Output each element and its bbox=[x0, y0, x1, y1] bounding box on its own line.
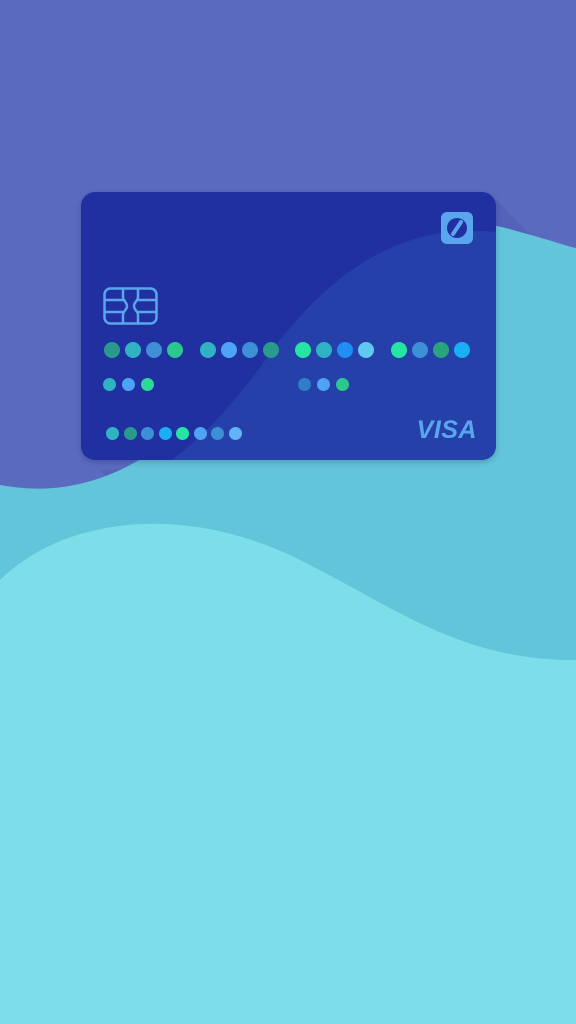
masked-digit-dot bbox=[211, 427, 224, 440]
emv-chip-icon bbox=[103, 287, 158, 325]
masked-digit-dot bbox=[391, 342, 407, 358]
masked-digit-dot bbox=[141, 378, 154, 391]
wave-background bbox=[0, 0, 576, 1024]
masked-digit-dot bbox=[454, 342, 470, 358]
visa-logo: VISA bbox=[416, 416, 477, 444]
masked-digit-dot bbox=[221, 342, 237, 358]
masked-digit-dot bbox=[337, 342, 353, 358]
masked-digit-dot bbox=[106, 427, 119, 440]
masked-digit-dot bbox=[141, 427, 154, 440]
masked-digit-dot bbox=[193, 427, 207, 440]
masked-digit-dot bbox=[103, 378, 116, 391]
masked-digit-dot bbox=[358, 342, 374, 358]
masked-digit-dot bbox=[125, 342, 141, 358]
masked-digit-dot bbox=[263, 342, 279, 358]
masked-digit-dot bbox=[176, 427, 189, 440]
masked-digit-dot bbox=[242, 342, 258, 358]
masked-digit-dot bbox=[200, 342, 216, 358]
masked-digit-dot bbox=[122, 378, 135, 391]
masked-digit-dot bbox=[146, 342, 162, 358]
masked-digit-dot bbox=[433, 342, 449, 358]
masked-digit-dot bbox=[295, 342, 311, 358]
masked-digit-dot bbox=[316, 342, 332, 358]
masked-digit-dot bbox=[298, 378, 311, 391]
masked-digit-dot bbox=[336, 378, 349, 391]
bank-logo-icon bbox=[441, 212, 473, 244]
masked-digit-dot bbox=[123, 427, 137, 440]
masked-digit-dot bbox=[412, 342, 428, 358]
masked-digit-dot bbox=[228, 427, 242, 440]
masked-digit-dot bbox=[317, 378, 330, 391]
masked-digit-dot bbox=[104, 342, 120, 358]
masked-digit-dot bbox=[158, 427, 172, 440]
masked-digit-dot bbox=[167, 342, 183, 358]
credit-card[interactable]: VISA bbox=[81, 192, 496, 460]
